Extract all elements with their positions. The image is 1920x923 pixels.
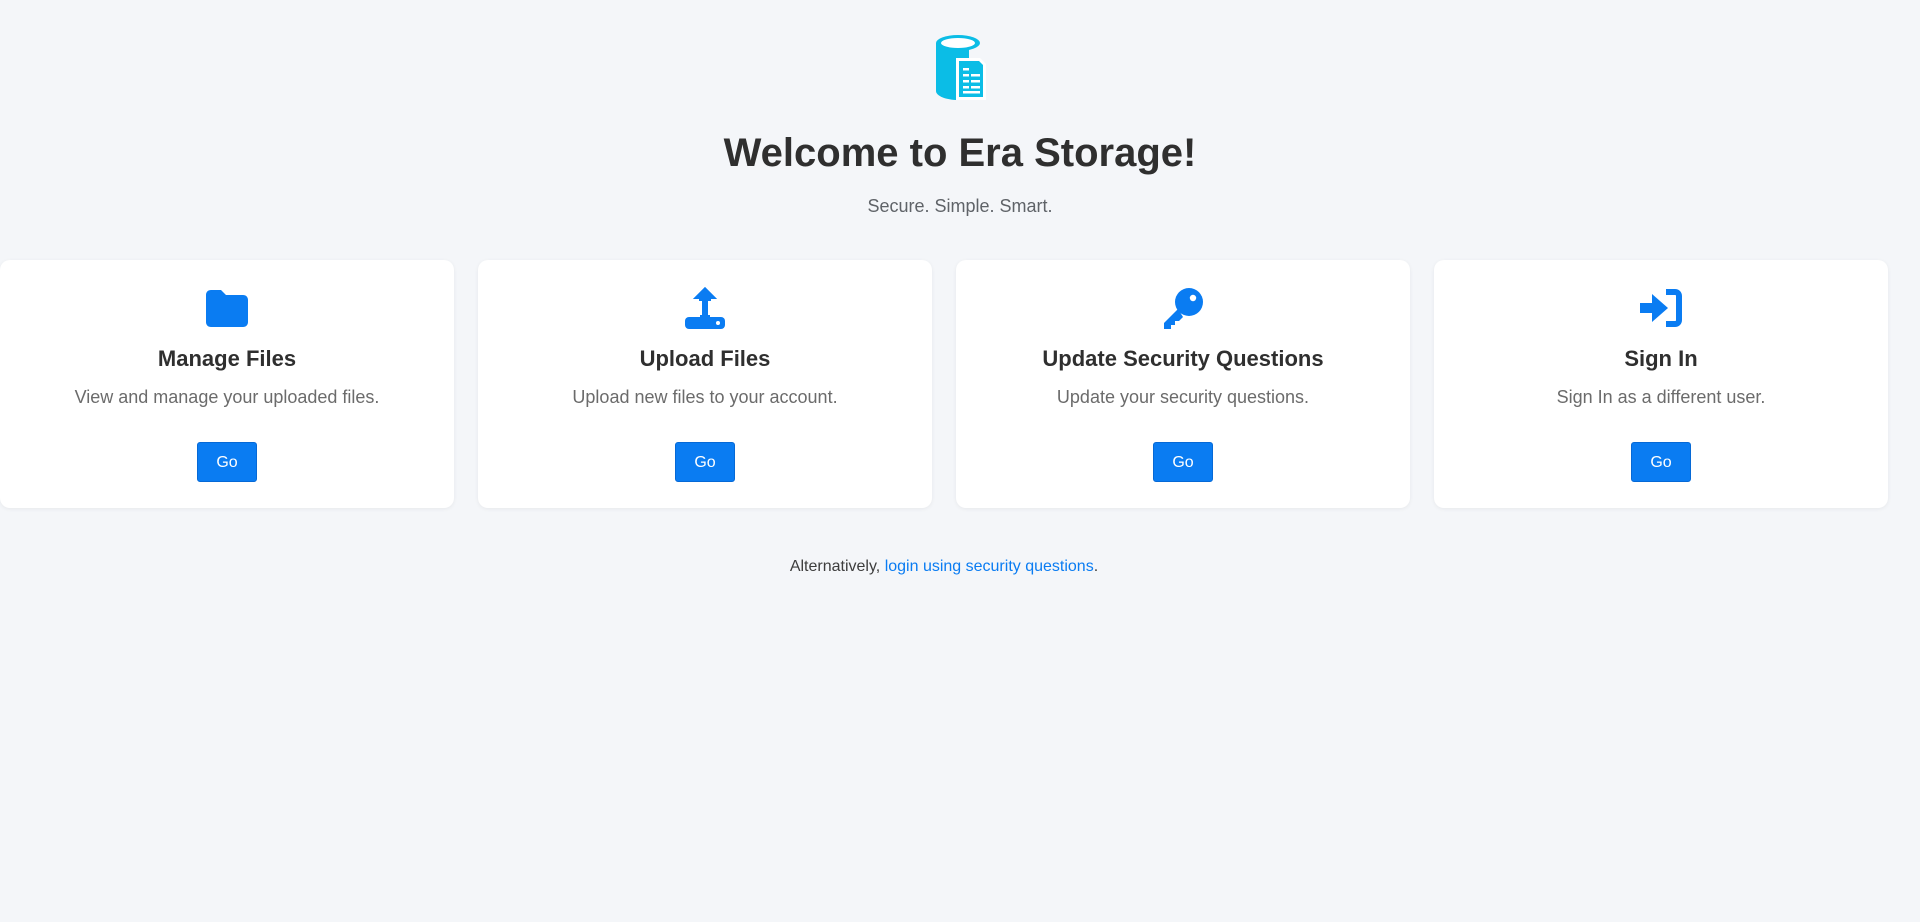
card-description: Update your security questions.	[1056, 387, 1310, 407]
card-title: Upload Files	[639, 346, 771, 371]
page-header: Welcome to Era Storage! Secure. Simple. …	[0, 0, 1920, 217]
security-questions-login-link[interactable]: login using security questions	[885, 558, 1094, 575]
page-title: Welcome to Era Storage!	[723, 131, 1197, 175]
folder-icon	[0, 288, 454, 328]
manage-files-go-button[interactable]: Go	[197, 442, 257, 482]
card-description: View and manage your uploaded files.	[74, 387, 380, 407]
sign-in-go-button[interactable]: Go	[1631, 442, 1691, 482]
key-icon	[956, 288, 1410, 329]
card-description: Upload new files to your account.	[572, 387, 838, 407]
sign-in-icon	[1434, 288, 1888, 328]
action-cards: Manage Files View and manage your upload…	[0, 260, 1888, 508]
upload-icon	[478, 287, 932, 329]
alternative-login-text: Alternatively, login using security ques…	[0, 556, 1888, 578]
card-update-security-questions: Update Security Questions Update your se…	[956, 260, 1410, 508]
card-sign-in: Sign In Sign In as a different user. Go	[1434, 260, 1888, 508]
card-title: Manage Files	[157, 346, 297, 371]
card-upload-files: Upload Files Upload new files to your ac…	[478, 260, 932, 508]
card-title: Sign In	[1624, 346, 1698, 371]
database-document-icon	[934, 34, 986, 100]
upload-files-go-button[interactable]: Go	[675, 442, 735, 482]
card-manage-files: Manage Files View and manage your upload…	[0, 260, 454, 508]
card-description: Sign In as a different user.	[1556, 387, 1766, 407]
page-subtitle: Secure. Simple. Smart.	[867, 196, 1053, 216]
alternative-login-suffix: .	[1093, 558, 1099, 575]
alternative-login-prefix: Alternatively,	[789, 558, 885, 575]
update-security-questions-go-button[interactable]: Go	[1153, 442, 1213, 482]
card-title: Update Security Questions	[1042, 346, 1324, 371]
